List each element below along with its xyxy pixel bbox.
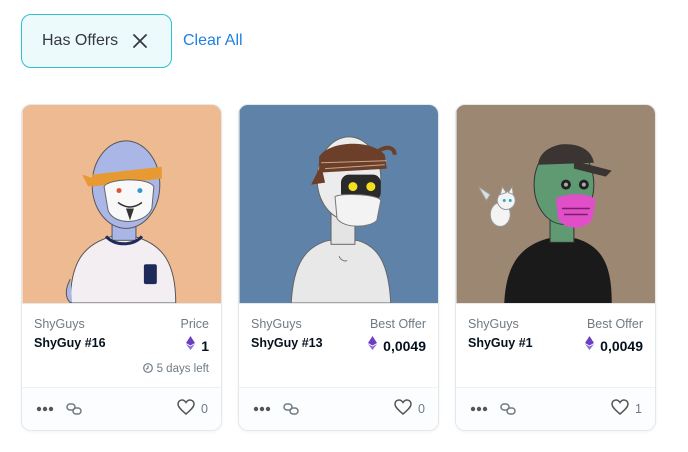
- token-name[interactable]: ShyGuy #16: [34, 336, 106, 350]
- active-filters: Has Offers Clear All: [21, 14, 243, 68]
- clear-all-link[interactable]: Clear All: [183, 32, 243, 50]
- nft-image[interactable]: [456, 105, 656, 304]
- card-info: ShyGuys ShyGuy #16 Price 1 5 days left: [22, 304, 221, 388]
- collection-name[interactable]: ShyGuys: [468, 317, 533, 331]
- like-count: 0: [418, 402, 425, 416]
- heart-icon: [177, 398, 195, 420]
- more-icon[interactable]: [36, 406, 54, 412]
- nft-image[interactable]: [239, 105, 439, 304]
- nft-card[interactable]: ShyGuys ShyGuy #1 Best Offer 0,0049 1: [455, 104, 656, 431]
- like-button[interactable]: 0: [177, 398, 208, 420]
- link-icon[interactable]: [283, 402, 299, 416]
- price-label: Best Offer: [586, 317, 643, 331]
- filter-chip-label: Has Offers: [42, 32, 119, 49]
- link-icon[interactable]: [500, 402, 516, 416]
- card-info: ShyGuys ShyGuy #13 Best Offer 0,0049: [239, 304, 438, 388]
- card-footer: 1: [456, 387, 655, 430]
- like-button[interactable]: 0: [394, 398, 425, 420]
- collection-name[interactable]: ShyGuys: [34, 317, 106, 331]
- price-label: Price: [180, 317, 209, 331]
- time-left: 5 days left: [156, 363, 209, 375]
- like-count: 0: [201, 402, 208, 416]
- nft-card[interactable]: ShyGuys ShyGuy #16 Price 1 5 days left 0: [21, 104, 222, 431]
- more-icon[interactable]: [470, 406, 488, 412]
- price-value: 1: [201, 337, 209, 354]
- nft-image[interactable]: [22, 105, 222, 304]
- price-value: 0,0049: [600, 337, 643, 354]
- nft-card-grid: ShyGuys ShyGuy #16 Price 1 5 days left 0…: [21, 104, 656, 431]
- more-icon[interactable]: [253, 406, 271, 412]
- card-footer: 0: [239, 387, 438, 430]
- like-button[interactable]: 1: [611, 398, 642, 420]
- card-footer: 0: [22, 387, 221, 430]
- heart-icon: [611, 398, 629, 420]
- close-icon[interactable]: [131, 32, 149, 50]
- clock-icon: [142, 360, 153, 378]
- ethereum-icon: [186, 336, 196, 355]
- nft-card[interactable]: ShyGuys ShyGuy #13 Best Offer 0,0049 0: [238, 104, 439, 431]
- token-name[interactable]: ShyGuy #1: [468, 336, 533, 350]
- like-count: 1: [635, 402, 642, 416]
- price-label: Best Offer: [369, 317, 426, 331]
- filter-chip-has-offers[interactable]: Has Offers: [21, 14, 172, 68]
- token-name[interactable]: ShyGuy #13: [251, 336, 323, 350]
- price-value: 0,0049: [383, 337, 426, 354]
- collection-name[interactable]: ShyGuys: [251, 317, 323, 331]
- card-info: ShyGuys ShyGuy #1 Best Offer 0,0049: [456, 304, 655, 388]
- heart-icon: [394, 398, 412, 420]
- link-icon[interactable]: [66, 402, 82, 416]
- ethereum-icon: [585, 336, 595, 355]
- ethereum-icon: [368, 336, 378, 355]
